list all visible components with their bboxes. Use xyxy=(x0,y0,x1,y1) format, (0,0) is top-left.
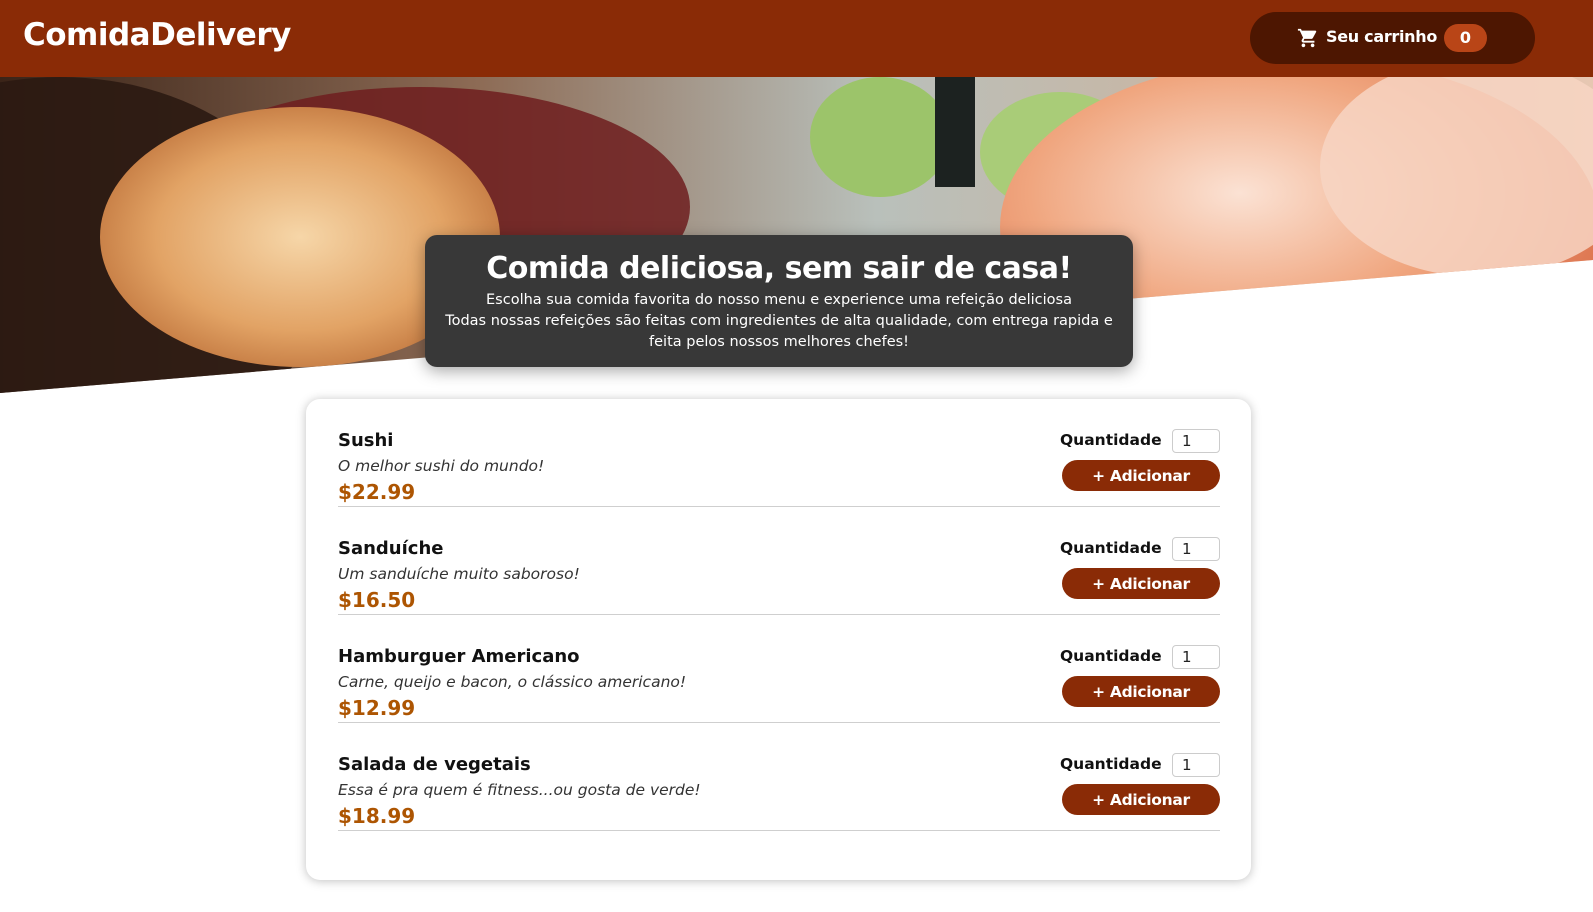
add-button[interactable]: + Adicionar xyxy=(1062,568,1220,599)
cart-count-badge: 0 xyxy=(1444,24,1487,52)
meal-price: $18.99 xyxy=(338,804,416,828)
meal-description: Carne, queijo e bacon, o clássico americ… xyxy=(338,673,687,691)
quantity-input[interactable] xyxy=(1172,645,1220,669)
meal-price: $22.99 xyxy=(338,480,416,504)
quantity-input[interactable] xyxy=(1172,537,1220,561)
summary-box: Comida deliciosa, sem sair de casa! Esco… xyxy=(425,235,1133,367)
top-header: ComidaDelivery Seu carrinho 0 xyxy=(0,0,1593,77)
meal-price: $12.99 xyxy=(338,696,416,720)
meal-description: O melhor sushi do mundo! xyxy=(338,457,545,475)
summary-title: Comida deliciosa, sem sair de casa! xyxy=(486,251,1072,286)
add-button[interactable]: + Adicionar xyxy=(1062,676,1220,707)
quantity-label: Quantidade xyxy=(1060,647,1162,665)
meals-list: Sushi O melhor sushi do mundo! $22.99 Qu… xyxy=(306,399,1251,880)
add-button[interactable]: + Adicionar xyxy=(1062,460,1220,491)
logo: ComidaDelivery xyxy=(23,17,291,53)
cart-button[interactable]: Seu carrinho 0 xyxy=(1250,12,1535,64)
quantity-label: Quantidade xyxy=(1060,539,1162,557)
meal-item: Hamburguer Americano Carne, queijo e bac… xyxy=(338,615,1220,723)
quantity-label: Quantidade xyxy=(1060,755,1162,773)
meal-item: Sanduíche Um sanduíche muito saboroso! $… xyxy=(338,507,1220,615)
meal-item: Salada de vegetais Essa é pra quem é fit… xyxy=(338,723,1220,831)
meal-item: Sushi O melhor sushi do mundo! $22.99 Qu… xyxy=(338,399,1220,507)
meal-price: $16.50 xyxy=(338,588,416,612)
add-button[interactable]: + Adicionar xyxy=(1062,784,1220,815)
meal-name: Sushi xyxy=(338,430,394,451)
meal-name: Sanduíche xyxy=(338,538,444,559)
quantity-label: Quantidade xyxy=(1060,431,1162,449)
meal-description: Essa é pra quem é fitness...ou gosta de … xyxy=(338,781,701,799)
summary-line-2: Todas nossas refeições são feitas com in… xyxy=(445,313,1113,350)
meal-name: Salada de vegetais xyxy=(338,754,531,775)
quantity-input[interactable] xyxy=(1172,429,1220,453)
cart-icon xyxy=(1297,28,1317,48)
meal-description: Um sanduíche muito saboroso! xyxy=(338,565,580,583)
quantity-input[interactable] xyxy=(1172,753,1220,777)
summary-line-1: Escolha sua comida favorita do nosso men… xyxy=(486,292,1072,308)
cart-label: Seu carrinho xyxy=(1326,27,1438,46)
meal-name: Hamburguer Americano xyxy=(338,646,580,667)
